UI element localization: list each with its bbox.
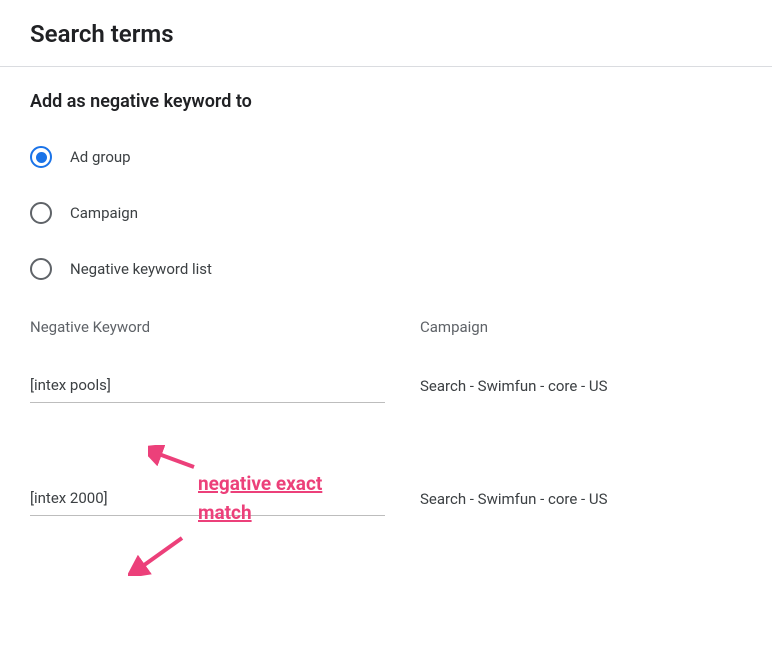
- arrow-icon: [128, 534, 188, 576]
- table-row: Search - Swimfun - core - US: [30, 483, 742, 516]
- table-row: Search - Swimfun - core - US: [30, 370, 742, 403]
- radio-label: Campaign: [70, 204, 138, 222]
- page-header: Search terms: [0, 0, 772, 66]
- arrow-icon: [148, 445, 198, 471]
- main-content: Add as negative keyword to Ad group Camp…: [0, 67, 772, 516]
- column-header-campaign: Campaign: [420, 318, 742, 336]
- radio-group-target: Ad group Campaign Negative keyword list: [30, 146, 742, 280]
- radio-label: Negative keyword list: [70, 260, 212, 278]
- campaign-cell: Search - Swimfun - core - US: [420, 490, 742, 516]
- radio-icon: [30, 146, 52, 168]
- section-title: Add as negative keyword to: [30, 91, 742, 112]
- radio-ad-group[interactable]: Ad group: [30, 146, 742, 168]
- radio-negative-list[interactable]: Negative keyword list: [30, 258, 742, 280]
- radio-label: Ad group: [70, 148, 131, 166]
- column-header-keyword: Negative Keyword: [30, 318, 420, 336]
- negative-keyword-input[interactable]: [30, 370, 385, 403]
- radio-campaign[interactable]: Campaign: [30, 202, 742, 224]
- table-header-row: Negative Keyword Campaign: [30, 318, 742, 336]
- annotation-label: negative exact match: [198, 470, 358, 527]
- radio-icon: [30, 202, 52, 224]
- page-title: Search terms: [30, 20, 742, 48]
- campaign-cell: Search - Swimfun - core - US: [420, 377, 742, 403]
- radio-icon: [30, 258, 52, 280]
